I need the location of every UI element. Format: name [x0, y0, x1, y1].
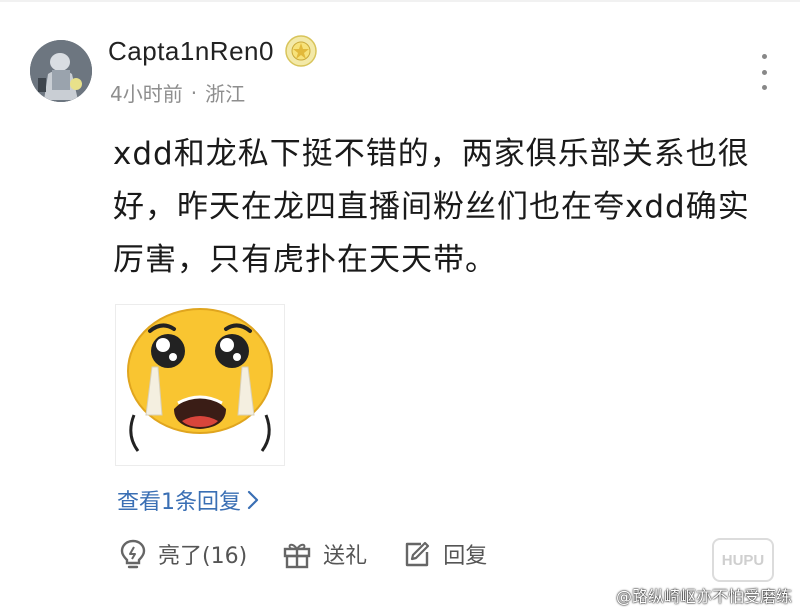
view-replies-link[interactable]: 查看1条回复	[117, 484, 259, 516]
reply-label: 回复	[443, 544, 488, 569]
action-bar: 亮了(16) 送礼 回复	[118, 538, 487, 570]
badge-icon	[284, 34, 318, 68]
watermark: @路纵崎岖亦不怕受磨练	[616, 583, 792, 607]
like-button[interactable]: 亮了(16)	[118, 538, 247, 570]
crying-emoji-sticker[interactable]	[115, 304, 285, 466]
crying-emoji-icon	[127, 308, 273, 452]
avatar-image	[30, 40, 92, 102]
more-options-icon[interactable]	[754, 54, 774, 90]
edit-icon	[405, 541, 430, 567]
post-location: 浙江	[205, 82, 246, 106]
gift-label: 送礼	[323, 544, 368, 569]
post-time: 4小时前	[110, 82, 183, 106]
avatar[interactable]	[30, 40, 92, 102]
reply-button[interactable]: 回复	[401, 538, 487, 570]
author-row: Capta1nRen0	[108, 34, 318, 68]
gift-icon	[283, 543, 311, 569]
meta-separator: ·	[190, 80, 198, 105]
view-replies-label: 查看1条回复	[117, 490, 241, 515]
comment-meta: 4小时前 · 浙江	[110, 78, 245, 107]
comment-body: xdd和龙私下挺不错的，两家俱乐部关系也很好，昨天在龙四直播间粉丝们也在夸xdd…	[113, 136, 750, 278]
hupu-logo: HUPU	[712, 538, 774, 582]
author-name[interactable]: Capta1nRen0	[108, 36, 274, 67]
watermark-text: @路纵崎岖亦不怕受磨练	[615, 587, 792, 606]
chevron-right-icon	[247, 490, 259, 510]
top-divider	[0, 0, 800, 2]
like-label: 亮了(16)	[158, 544, 248, 569]
lightbulb-icon	[120, 539, 146, 569]
gift-button[interactable]: 送礼	[281, 538, 367, 570]
